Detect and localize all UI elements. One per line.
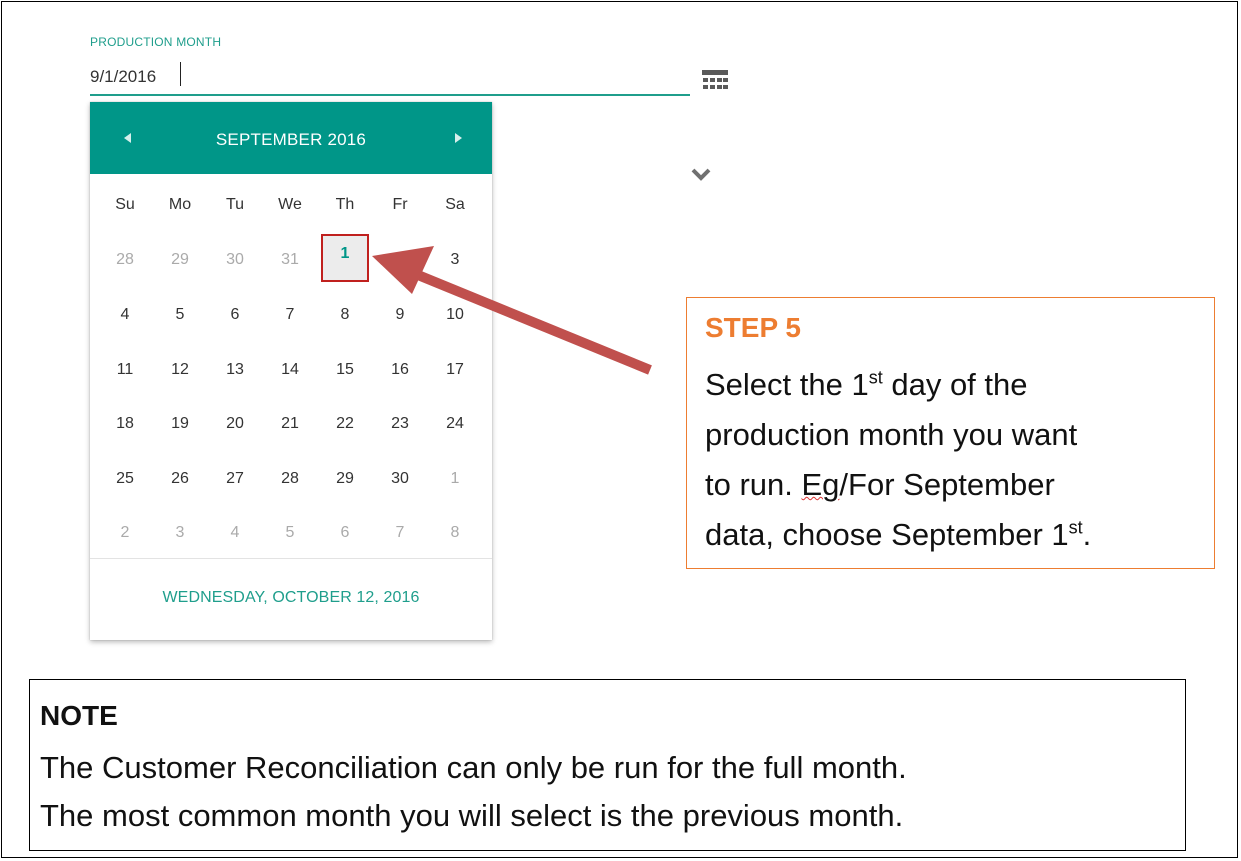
day-cell[interactable]: 6 bbox=[325, 513, 365, 553]
weekday-label: Sa bbox=[445, 196, 465, 213]
step-title: STEP 5 bbox=[705, 312, 801, 343]
weekday-label: Mo bbox=[168, 196, 192, 213]
calendar-grid-icon[interactable] bbox=[702, 70, 728, 92]
note-box: NOTE The Customer Reconciliation can onl… bbox=[29, 679, 1186, 851]
step-line: Select the 1st day of the bbox=[705, 360, 1205, 410]
day-cell[interactable]: 8 bbox=[435, 513, 475, 553]
text-run: day of the bbox=[882, 367, 1028, 402]
weekday-label: Th bbox=[335, 196, 355, 213]
day-cell[interactable]: 8 bbox=[325, 295, 365, 335]
day-cell[interactable]: 28 bbox=[105, 240, 145, 280]
day-cell[interactable]: 22 bbox=[325, 404, 365, 444]
day-cell[interactable]: 6 bbox=[215, 295, 255, 335]
step-callout: STEP 5 Select the 1st day of the product… bbox=[686, 297, 1215, 569]
day-cell[interactable]: 4 bbox=[215, 513, 255, 553]
step-line: to run. Eg/For September bbox=[705, 460, 1205, 510]
note-line: The most common month you will select is… bbox=[40, 798, 904, 833]
day-cell[interactable]: 13 bbox=[215, 350, 255, 390]
day-cell[interactable]: 26 bbox=[160, 459, 200, 499]
chevron-down-icon[interactable] bbox=[689, 166, 713, 184]
day-cell[interactable]: 21 bbox=[270, 404, 310, 444]
calendar-header: SEPTEMBER 2016 bbox=[90, 102, 492, 174]
day-cell[interactable]: 14 bbox=[270, 350, 310, 390]
text-run: . bbox=[1082, 517, 1092, 552]
superscript: st bbox=[868, 367, 883, 388]
step-instructions: Select the 1st day of the production mon… bbox=[705, 360, 1205, 560]
day-cell[interactable]: 2 bbox=[105, 513, 145, 553]
text-run: to run. bbox=[705, 467, 802, 502]
day-cell[interactable]: 25 bbox=[105, 459, 145, 499]
day-cell[interactable]: 11 bbox=[105, 350, 145, 390]
weekday-label: Su bbox=[115, 196, 135, 213]
note-title: NOTE bbox=[40, 700, 118, 731]
day-cell[interactable]: 3 bbox=[160, 513, 200, 553]
today-link[interactable]: WEDNESDAY, OCTOBER 12, 2016 bbox=[90, 589, 492, 607]
weekday-label: We bbox=[278, 196, 302, 213]
day-cell[interactable]: 29 bbox=[325, 459, 365, 499]
text-run: data, choose September 1 bbox=[705, 517, 1069, 552]
day-cell[interactable]: 23 bbox=[380, 404, 420, 444]
day-cell[interactable]: 24 bbox=[435, 404, 475, 444]
calendar-divider bbox=[90, 558, 492, 559]
day-cell[interactable]: 30 bbox=[215, 240, 255, 280]
day-cell[interactable]: 31 bbox=[270, 240, 310, 280]
day-cell[interactable]: 7 bbox=[380, 513, 420, 553]
superscript: st bbox=[1068, 517, 1083, 538]
note-line: The Customer Reconciliation can only be … bbox=[40, 750, 907, 785]
day-cell[interactable]: 1 bbox=[435, 459, 475, 499]
weekday-label: Fr bbox=[392, 196, 408, 213]
day-cell[interactable]: 30 bbox=[380, 459, 420, 499]
day-cell[interactable]: 20 bbox=[215, 404, 255, 444]
day-cell[interactable]: 5 bbox=[270, 513, 310, 553]
day-cell[interactable]: 7 bbox=[270, 295, 310, 335]
day-cell[interactable]: 12 bbox=[160, 350, 200, 390]
text-caret bbox=[180, 62, 181, 86]
day-cell[interactable]: 19 bbox=[160, 404, 200, 444]
day-cell[interactable]: 5 bbox=[160, 295, 200, 335]
annotation-arrow bbox=[372, 246, 652, 375]
month-title[interactable]: SEPTEMBER 2016 bbox=[90, 130, 492, 150]
step-line: data, choose September 1st. bbox=[705, 510, 1205, 560]
weekday-label: Tu bbox=[225, 196, 245, 213]
day-cell[interactable]: 27 bbox=[215, 459, 255, 499]
day-cell[interactable]: 15 bbox=[325, 350, 365, 390]
text-run: Select the 1 bbox=[705, 367, 869, 402]
chevron-right-icon[interactable] bbox=[448, 128, 468, 148]
text-run: /For September bbox=[839, 467, 1055, 502]
step-line: production month you want bbox=[705, 417, 1078, 452]
production-month-label: PRODUCTION MONTH bbox=[90, 35, 222, 49]
screenshot-frame: PRODUCTION MONTH SEPTEMBER 2016 Su bbox=[1, 1, 1238, 858]
day-cell[interactable]: 29 bbox=[160, 240, 200, 280]
text-run: Eg bbox=[801, 467, 840, 502]
day-cell[interactable]: 4 bbox=[105, 295, 145, 335]
day-cell[interactable]: 28 bbox=[270, 459, 310, 499]
day-cell[interactable]: 18 bbox=[105, 404, 145, 444]
